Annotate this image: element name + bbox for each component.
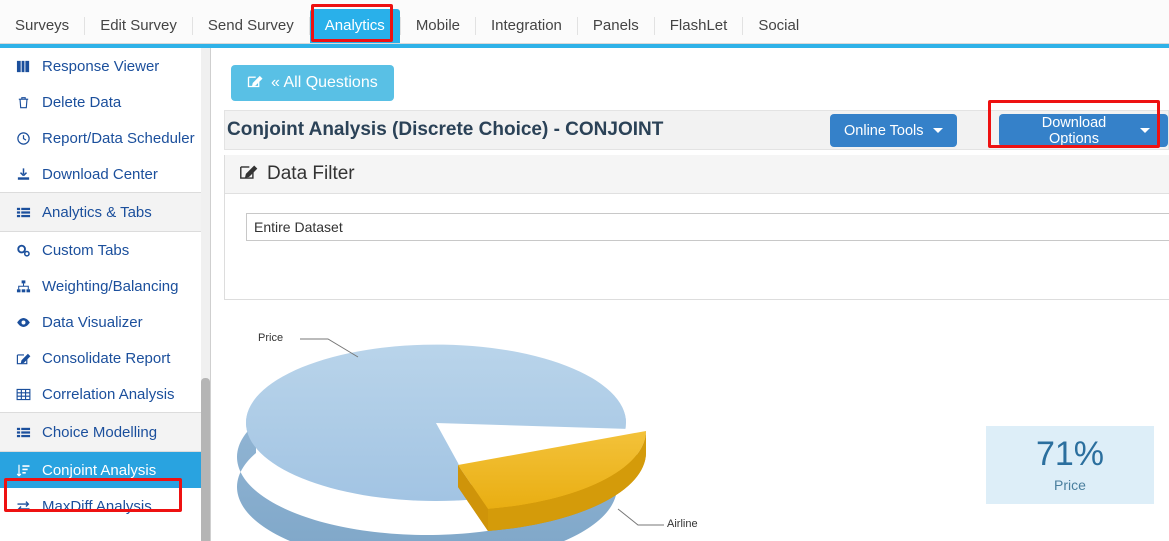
download-options-button[interactable]: Download Options <box>999 114 1168 147</box>
airline-leader-line <box>617 508 664 526</box>
tab-flashlet[interactable]: FlashLet <box>655 9 743 43</box>
top-navigation-bar: Surveys Edit Survey Send Survey Analytics Mo… <box>0 0 1169 44</box>
trash-icon <box>16 95 38 110</box>
sidebar-item-label: Choice Modelling <box>42 423 158 441</box>
online-tools-button[interactable]: Online Tools <box>830 114 957 147</box>
chevron-down-icon <box>932 128 943 133</box>
download-options-label: Download Options <box>1041 114 1107 147</box>
exchange-icon <box>16 499 38 514</box>
sidebar-item-label: Correlation Analysis <box>42 385 175 403</box>
page-title: Conjoint Analysis (Discrete Choice) - CO… <box>227 119 664 140</box>
pie-chart-svg <box>237 338 664 541</box>
sidebar-item-custom-tabs[interactable]: Custom Tabs <box>0 232 210 268</box>
all-questions-label: « All Questions <box>271 74 378 91</box>
sidebar-item-label: Download Center <box>42 165 158 183</box>
sidebar-scrollbar-thumb[interactable] <box>201 378 210 541</box>
pie-label-airline: Airline <box>667 518 698 530</box>
pencil-square-icon <box>247 73 263 94</box>
sidebar-item-data-visualizer[interactable]: Data Visualizer <box>0 304 210 340</box>
sidebar-item-delete-data[interactable]: Delete Data <box>0 84 210 120</box>
chevron-down-icon <box>1140 128 1150 133</box>
sidebar-item-choice-modelling[interactable]: Choice Modelling <box>0 412 210 452</box>
sidebar-item-response-viewer[interactable]: Response Viewer <box>0 48 210 84</box>
online-tools-label: Online Tools <box>844 122 924 139</box>
data-filter-input[interactable] <box>246 213 1169 241</box>
page-title-bar: Conjoint Analysis (Discrete Choice) - CO… <box>224 110 1169 150</box>
sidebar-item-label: Consolidate Report <box>42 349 171 367</box>
sidebar-item-label: Response Viewer <box>42 57 160 75</box>
tab-surveys[interactable]: Surveys <box>0 9 84 43</box>
pencil-square-icon <box>239 162 258 187</box>
sidebar-item-label: Custom Tabs <box>42 241 130 259</box>
sidebar-item-label: Analytics & Tabs <box>42 203 152 221</box>
tab-integration[interactable]: Integration <box>476 9 577 43</box>
table-icon <box>16 387 38 402</box>
conjoint-pie-chart: Price Airline <box>226 313 946 541</box>
list-alt-icon <box>16 425 38 440</box>
sidebar-item-consolidate-report[interactable]: Consolidate Report <box>0 340 210 376</box>
sidebar-scrollbar-track[interactable] <box>201 48 210 541</box>
stat-value: 71% <box>1035 435 1105 474</box>
sidebar-item-label: Report/Data Scheduler <box>42 129 195 147</box>
gears-icon <box>16 243 38 258</box>
eye-icon <box>16 315 38 330</box>
list-alt-icon <box>16 205 38 220</box>
sort-amount-icon <box>16 463 38 478</box>
tab-edit-survey[interactable]: Edit Survey <box>85 9 192 43</box>
tab-send-survey[interactable]: Send Survey <box>193 9 309 43</box>
tab-social[interactable]: Social <box>743 9 814 43</box>
sidebar-item-label: Delete Data <box>42 93 122 111</box>
all-questions-button[interactable]: « All Questions <box>231 65 394 101</box>
tab-analytics[interactable]: Analytics <box>309 9 400 43</box>
sidebar-item-report-data-scheduler[interactable]: Report/Data Scheduler <box>0 120 210 156</box>
clock-icon <box>16 131 38 146</box>
sidebar-item-correlation-analysis[interactable]: Correlation Analysis <box>0 376 210 412</box>
sidebar-item-label: Conjoint Analysis <box>42 461 157 479</box>
pencil-square-icon <box>16 351 38 366</box>
pie-label-price: Price <box>258 332 284 344</box>
tab-mobile[interactable]: Mobile <box>401 9 475 43</box>
sitemap-icon <box>16 279 38 294</box>
columns-icon <box>16 59 38 74</box>
sidebar-item-download-center[interactable]: Download Center <box>0 156 210 192</box>
sidebar-item-label: MaxDiff Analysis <box>42 497 152 515</box>
data-filter-title: Data Filter <box>267 163 355 184</box>
price-importance-stat: 71% Price <box>986 426 1154 504</box>
tab-panels[interactable]: Panels <box>578 9 654 43</box>
sidebar-item-weighting-balancing[interactable]: Weighting/Balancing <box>0 268 210 304</box>
download-icon <box>16 167 38 182</box>
data-filter-panel: Data Filter <box>224 155 1169 300</box>
sidebar-item-label: Data Visualizer <box>42 313 143 331</box>
sidebar-item-analytics-tabs[interactable]: Analytics & Tabs <box>0 192 210 232</box>
left-sidebar: Response Viewer Delete Data Report/Data Sc… <box>0 48 211 541</box>
data-filter-header: Data Filter <box>225 155 1169 194</box>
sidebar-item-maxdiff-analysis[interactable]: MaxDiff Analysis <box>0 488 210 524</box>
sidebar-item-label: Weighting/Balancing <box>42 277 179 295</box>
sidebar-item-conjoint-analysis[interactable]: Conjoint Analysis <box>0 452 210 488</box>
stat-label: Price <box>1054 476 1086 493</box>
